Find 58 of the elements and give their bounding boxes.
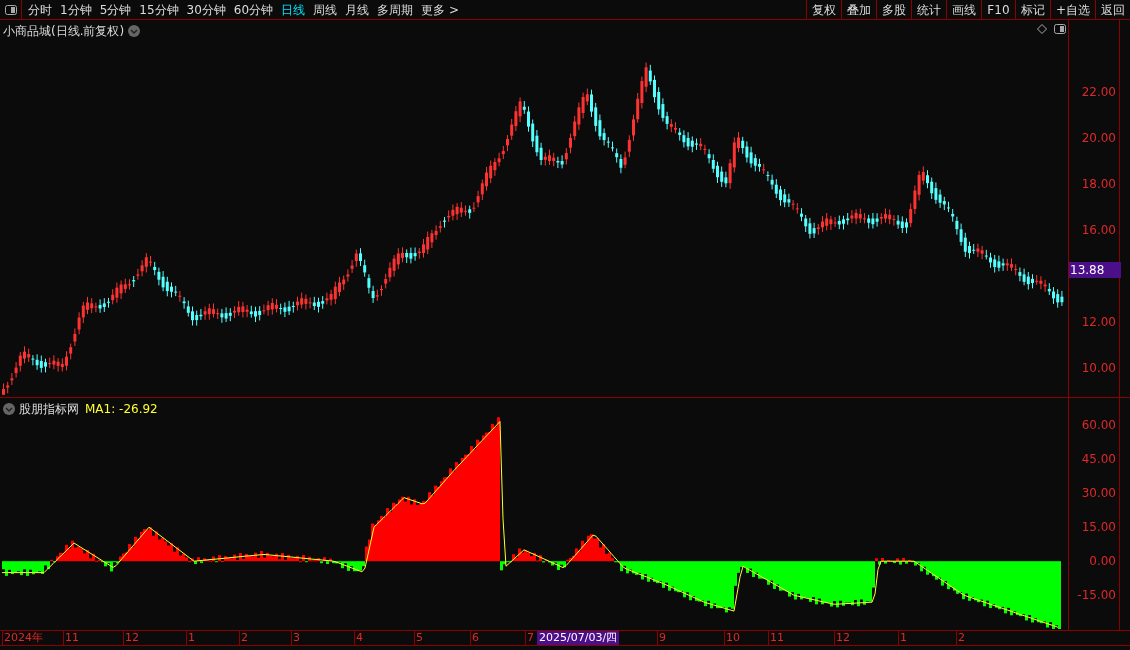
chart-title: 小商品城(日线.前复权) [3, 23, 125, 40]
date-label: 10 [724, 631, 740, 645]
date-label: 12 [834, 631, 850, 645]
panel-icon[interactable] [1054, 24, 1066, 34]
indicator-label: 15.00 [1081, 521, 1116, 534]
indicator-label: 0.00 [1089, 555, 1116, 568]
diamond-icon[interactable] [1037, 24, 1047, 34]
price-label: 10.00 [1081, 362, 1116, 374]
indicator-label: 30.00 [1081, 487, 1116, 500]
price-label: 18.00 [1081, 178, 1116, 190]
date-label: 12 [123, 631, 139, 645]
date-label: 5 [414, 631, 423, 645]
date-label: 6 [470, 631, 479, 645]
price-label: 20.00 [1081, 132, 1116, 144]
ma-value: MA1: -26.92 [85, 401, 158, 418]
period-tab[interactable]: 多周期 [377, 0, 414, 19]
dropdown-icon[interactable] [128, 25, 141, 37]
date-label: 1 [186, 631, 195, 645]
period-tab[interactable]: 日线 [281, 0, 306, 19]
period-tab[interactable]: 60分钟 [233, 0, 274, 19]
price-label: 16.00 [1081, 224, 1116, 236]
date-label: 2024年 [2, 631, 43, 645]
indicator-label: 60.00 [1081, 419, 1116, 431]
date-label: 11 [768, 631, 784, 645]
date-label: 4 [354, 631, 363, 645]
indicator-label: 45.00 [1081, 453, 1116, 466]
period-tab[interactable]: 1分钟 [60, 0, 92, 19]
toolbar-button[interactable]: 统计 [910, 0, 946, 19]
date-label: 1 [898, 631, 907, 645]
toolbar-button[interactable]: 复权 [805, 0, 841, 19]
date-label: 2 [239, 631, 248, 645]
toolbar-button[interactable]: 标记 [1014, 0, 1050, 19]
more-menu[interactable]: 更多 > [421, 0, 459, 19]
indicator-name: 股朋指标网 [19, 401, 79, 418]
toolbar-button[interactable]: 多股 [875, 0, 911, 19]
dropdown-icon[interactable] [3, 403, 15, 415]
date-label: 9 [657, 631, 666, 645]
period-tab[interactable]: 5分钟 [99, 0, 132, 19]
period-tab[interactable]: 分时 [28, 0, 52, 19]
toolbar-button[interactable]: 返回 [1095, 0, 1130, 19]
period-tab[interactable]: 30分钟 [186, 0, 226, 19]
period-tab[interactable]: 15分钟 [139, 0, 179, 19]
date-label: 11 [63, 631, 79, 645]
price-label: 22.00 [1081, 86, 1116, 98]
indicator-label: -15.00 [1077, 589, 1116, 602]
cursor-date: 2025/07/03/四 [537, 631, 620, 645]
panel-icon [4, 4, 17, 15]
toolbar-button[interactable]: 画线 [945, 0, 981, 19]
price-label: 12.00 [1081, 316, 1116, 328]
date-label: 3 [291, 631, 300, 645]
toolbar-button[interactable]: +自选 [1049, 0, 1095, 19]
period-tab[interactable]: 月线 [345, 0, 370, 19]
period-tab[interactable]: 周线 [313, 0, 338, 19]
date-label: 7 [525, 631, 534, 645]
current-price-tag: 13.88 [1069, 262, 1121, 278]
date-label: 2 [956, 631, 965, 645]
toolbar-button[interactable]: F10 [980, 0, 1015, 19]
toolbar-button[interactable]: 叠加 [840, 0, 876, 19]
